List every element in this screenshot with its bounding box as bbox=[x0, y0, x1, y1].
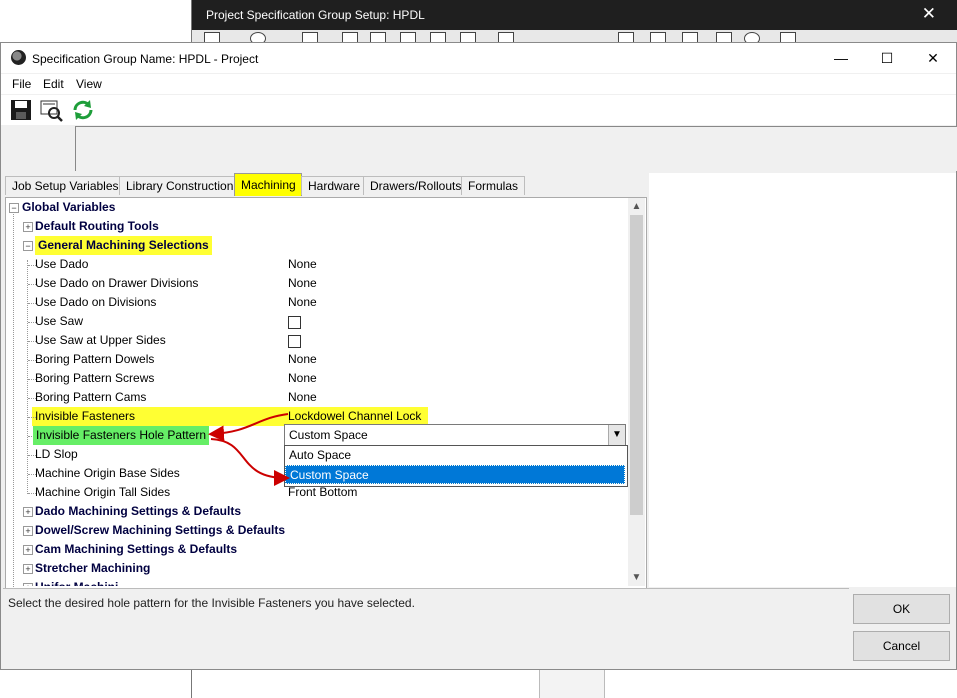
menu-view[interactable]: View bbox=[76, 77, 102, 91]
tab-hardware[interactable]: Hardware bbox=[301, 176, 365, 195]
globe-icon bbox=[11, 50, 26, 65]
background-window-footer bbox=[192, 668, 957, 698]
toolbar bbox=[1, 95, 956, 125]
footer-cell bbox=[604, 668, 957, 698]
tree-node-stretcher-machining[interactable]: Stretcher Machining bbox=[35, 559, 150, 578]
close-button[interactable]: ✕ bbox=[910, 43, 956, 73]
tab-library-construction[interactable]: Library Construction bbox=[119, 176, 239, 195]
scroll-thumb[interactable] bbox=[630, 215, 643, 515]
dialog-title: Specification Group Name: HPDL - Project bbox=[32, 52, 259, 66]
tree-node-cam-machining[interactable]: Cam Machining Settings & Defaults bbox=[35, 540, 237, 559]
menu-bar: File Edit View bbox=[1, 74, 956, 94]
annotation-arrows bbox=[208, 413, 290, 486]
expand-icon[interactable]: + bbox=[23, 526, 33, 536]
background-window-close-icon[interactable]: ✕ bbox=[922, 4, 936, 24]
scroll-down-icon[interactable]: ▼ bbox=[628, 569, 645, 586]
dialog-titlebar: Specification Group Name: HPDL - Project… bbox=[1, 43, 956, 73]
tree-node-dowel-screw-machining[interactable]: Dowel/Screw Machining Settings & Default… bbox=[35, 521, 285, 540]
print-preview-icon[interactable] bbox=[39, 98, 63, 122]
tab-formulas[interactable]: Formulas bbox=[461, 176, 525, 195]
specification-group-dialog: Specification Group Name: HPDL - Project… bbox=[0, 42, 957, 670]
background-window-title: Project Specification Group Setup: HPDL bbox=[206, 8, 425, 22]
expand-icon[interactable]: + bbox=[23, 507, 33, 517]
arrow-to-custom-space bbox=[210, 438, 290, 486]
maximize-button[interactable]: ☐ bbox=[864, 43, 910, 73]
vertical-scrollbar[interactable]: ▲ ▼ bbox=[628, 198, 645, 586]
property-tree: − Global Variables + Default Routing Too… bbox=[5, 197, 647, 589]
tree-node-dado-machining[interactable]: Dado Machining Settings & Defaults bbox=[35, 502, 241, 521]
expand-icon[interactable]: + bbox=[23, 564, 33, 574]
minimize-button[interactable]: — bbox=[818, 43, 864, 73]
cancel-button[interactable]: Cancel bbox=[853, 631, 950, 661]
tab-job-setup-variables[interactable]: Job Setup Variables bbox=[5, 176, 125, 195]
scroll-up-icon[interactable]: ▲ bbox=[628, 198, 645, 215]
expand-icon[interactable]: + bbox=[23, 583, 33, 586]
tab-drawers-rollouts[interactable]: Drawers/Rollouts bbox=[363, 176, 463, 195]
footer-cell bbox=[539, 668, 605, 698]
description-text: Select the desired hole pattern for the … bbox=[8, 596, 415, 610]
right-panel bbox=[649, 173, 956, 587]
menu-edit[interactable]: Edit bbox=[43, 77, 64, 91]
arrow-to-hole-pattern bbox=[208, 413, 289, 442]
info-banner bbox=[75, 126, 957, 171]
tree-node-unifor-machining[interactable]: Unifor Machini... bbox=[35, 578, 128, 586]
save-icon[interactable] bbox=[9, 98, 33, 122]
tree-clip: + Unifor Machini... bbox=[6, 578, 626, 586]
background-window-titlebar: Project Specification Group Setup: HPDL … bbox=[192, 0, 957, 30]
tab-machining[interactable]: Machining bbox=[234, 173, 302, 196]
ok-button[interactable]: OK bbox=[853, 594, 950, 624]
refresh-icon[interactable] bbox=[71, 98, 95, 122]
expand-icon[interactable]: + bbox=[23, 545, 33, 555]
menu-file[interactable]: File bbox=[12, 77, 31, 91]
description-panel: Select the desired hole pattern for the … bbox=[3, 588, 849, 669]
